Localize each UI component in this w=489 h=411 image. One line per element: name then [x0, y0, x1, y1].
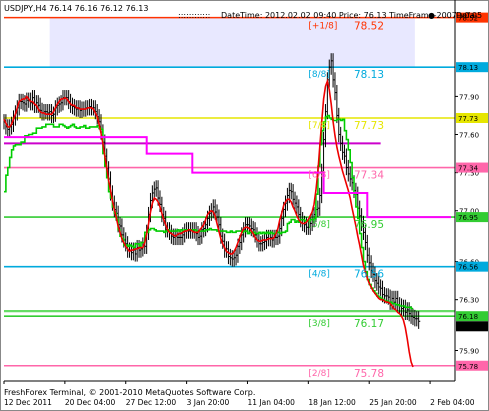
axis-level-badge-text: 76.18 — [458, 313, 478, 321]
axis-level-badge-text: 76.56 — [458, 264, 479, 272]
level-name: [7/8] — [308, 121, 330, 131]
level-value: 78.13 — [354, 69, 384, 81]
copyright-text: FreshForex Terminal, © 2001-2010 MetaQuo… — [4, 388, 255, 397]
level-value: 76.17 — [354, 318, 384, 330]
x-tick-label: 18 Jan 12:00 — [308, 398, 356, 407]
y-tick-label: 77.90 — [459, 93, 479, 101]
level-value: 77.73 — [354, 120, 384, 132]
axis-level-badge-text: 75.78 — [458, 363, 478, 371]
level-name: [8/8] — [308, 70, 330, 80]
axis-level-badge-text: 77.73 — [458, 115, 478, 123]
x-tick-label: 2 Feb 04:00 — [430, 398, 475, 407]
y-tick-label: 76.30 — [459, 297, 479, 305]
info-right: Defa — [456, 11, 475, 20]
chart-title: USDJPY,H4 76.14 76.16 76.12 76.13 — [4, 4, 148, 13]
y-tick-label: 75.90 — [459, 348, 479, 356]
x-tick-label: 11 Jan 04:00 — [247, 398, 295, 407]
info-readout: DateTime: 2012.02.02 09:40 Price: 76.13 … — [221, 11, 482, 20]
x-tick-label: 3 Jan 20:00 — [187, 398, 230, 407]
axis-level-badge-text: 76.95 — [458, 214, 478, 222]
x-tick-label: 25 Jan 20:00 — [369, 398, 417, 407]
header-dots: :::::::::::: — [178, 11, 210, 20]
level-name: [2/8] — [308, 369, 330, 379]
level-value: 75.78 — [354, 368, 384, 380]
level-name: [5/8] — [308, 220, 330, 230]
level-name: [3/8] — [308, 319, 330, 329]
level-name: [6/8] — [308, 171, 330, 181]
indicator-dot-icon: ● — [428, 11, 435, 20]
level-name: [4/8] — [308, 270, 330, 280]
axis-level-badge-text: 77.34 — [458, 165, 479, 173]
price-badge-text: 76.13 — [458, 323, 478, 331]
x-tick-label: 27 Dec 12:00 — [126, 398, 177, 407]
level-name: [+1/8] — [308, 22, 337, 32]
level-value: 76.56 — [354, 269, 384, 281]
x-tick-label: 12 Dec 2011 — [4, 398, 52, 407]
price-chart: [+1/8] 78.52 [8/8] 78.13 [7/8] 77.73 [6/8] 77.3… — [0, 0, 489, 411]
x-tick-label: 20 Dec 04:00 — [65, 398, 116, 407]
chart-window: [+1/8] 78.52 [8/8] 78.13 [7/8] 77.73 [6/8] 77.3… — [0, 0, 489, 411]
level-value: 77.34 — [354, 170, 384, 182]
axis-level-badge-text: 78.13 — [458, 64, 478, 72]
level-value: 78.52 — [354, 21, 384, 33]
y-tick-label: 77.60 — [459, 132, 479, 140]
level-value: 76.95 — [354, 219, 384, 231]
